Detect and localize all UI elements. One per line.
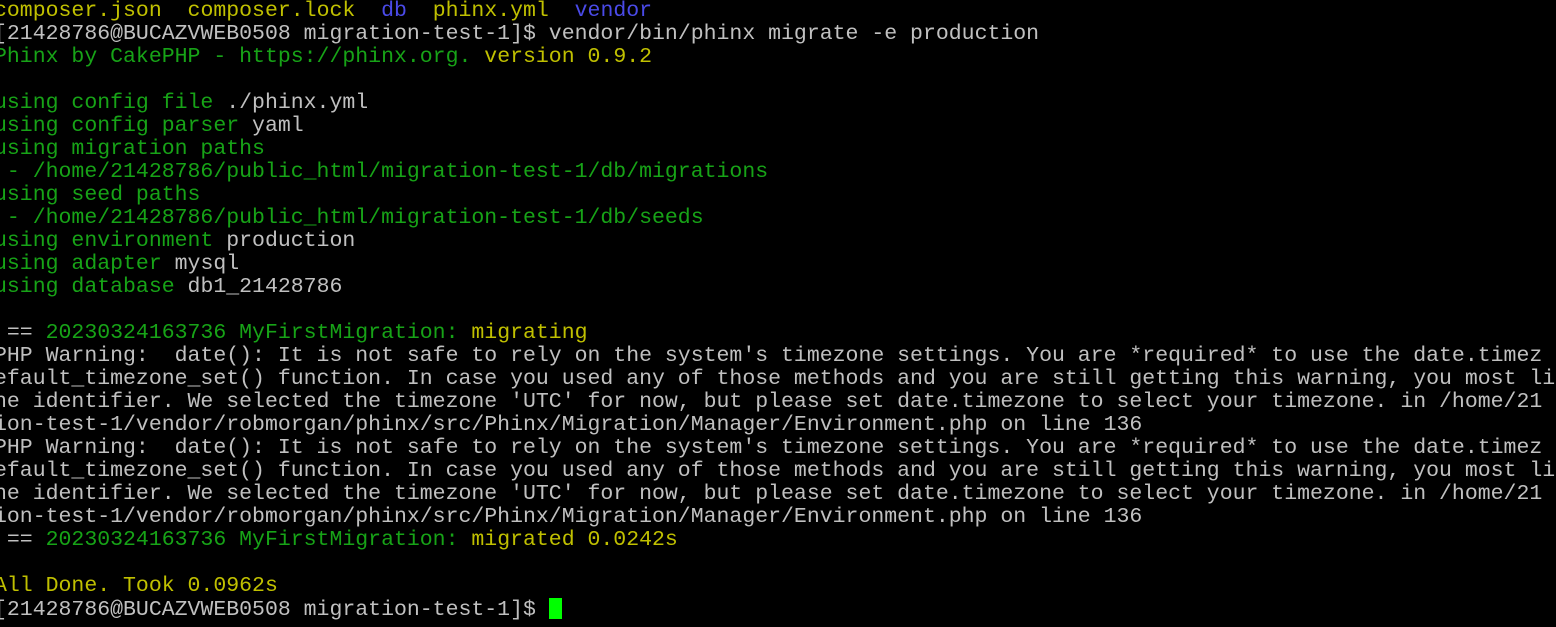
- banner-version: version 0.9.2: [471, 46, 653, 69]
- php-warning-line: PHP Warning: date(): It is not safe to r…: [0, 437, 1543, 460]
- php-warning-line: ion-test-1/vendor/robmorgan/phinx/src/Ph…: [0, 414, 1143, 437]
- database-line: using database db1_21428786: [0, 276, 1556, 299]
- environment-line: using environment production: [0, 230, 1556, 253]
- text-cursor[interactable]: [548, 598, 562, 619]
- config-path: - /home/21428786/public_html/migration-t…: [0, 161, 769, 184]
- config-label: using migration paths: [0, 138, 265, 161]
- shell-prompt: [21428786@BUCAZVWEB0508 migration-test-1…: [0, 23, 549, 46]
- command-line: [21428786@BUCAZVWEB0508 migration-test-1…: [0, 23, 1556, 46]
- ls-entry-file: phinx.yml: [432, 0, 549, 23]
- migration-end-line: == 20230324163736 MyFirstMigration: migr…: [0, 529, 1556, 552]
- config-value: mysql: [161, 253, 240, 276]
- ls-entry-directory: db: [381, 0, 407, 23]
- final-prompt-line[interactable]: [21428786@BUCAZVWEB0508 migration-test-1…: [0, 598, 1556, 621]
- all-done-message: All Done. Took 0.0962s: [0, 575, 278, 598]
- config-value: db1_21428786: [174, 276, 343, 299]
- config-label: using config file: [0, 92, 214, 115]
- terminal-window[interactable]: composer.json composer.lock db phinx.yml…: [0, 0, 1556, 627]
- ls-entry-file: composer.json: [0, 0, 162, 23]
- migration-prefix: ==: [6, 529, 33, 552]
- config-label: using config parser: [0, 115, 240, 138]
- seed-path-line: - /home/21428786/public_html/migration-t…: [0, 207, 1556, 230]
- php-warning-line: efault_timezone_set() function. In case …: [0, 368, 1556, 391]
- config-label: using seed paths: [0, 184, 201, 207]
- config-value: production: [213, 230, 356, 253]
- shell-prompt: [21428786@BUCAZVWEB0508 migration-test-1…: [0, 598, 549, 622]
- php-warning-line: ion-test-1/vendor/robmorgan/phinx/src/Ph…: [0, 506, 1143, 529]
- ls-output-line: composer.json composer.lock db phinx.yml…: [0, 0, 1556, 23]
- migration-id-name: 20230324163736 MyFirstMigration:: [45, 529, 459, 552]
- config-label: using environment: [0, 230, 214, 253]
- config-value: yaml: [239, 115, 304, 138]
- php-warning-line: PHP Warning: date(): It is not safe to r…: [0, 345, 1543, 368]
- migration-prefix: ==: [6, 322, 33, 345]
- banner-name: Phinx by CakePHP - https://phinx.org.: [0, 46, 472, 69]
- adapter-line: using adapter mysql: [0, 253, 1556, 276]
- entered-command: vendor/bin/phinx migrate -e production: [548, 23, 1040, 46]
- config-path: - /home/21428786/public_html/migration-t…: [0, 207, 704, 230]
- migration-paths-line: using migration paths: [0, 138, 1556, 161]
- config-parser-line: using config parser yaml: [0, 115, 1556, 138]
- php-warning-line: efault_timezone_set() function. In case …: [0, 460, 1556, 483]
- php-warning-line: he identifier. We selected the timezone …: [0, 391, 1543, 414]
- php-warning-line: he identifier. We selected the timezone …: [0, 483, 1543, 506]
- migration-path-line: - /home/21428786/public_html/migration-t…: [0, 161, 1556, 184]
- migration-status: migrating: [458, 322, 588, 345]
- ls-entry-file: composer.lock: [187, 0, 356, 23]
- ls-entry-directory: vendor: [574, 0, 653, 23]
- migration-start-line: == 20230324163736 MyFirstMigration: migr…: [0, 322, 1556, 345]
- config-value: ./phinx.yml: [213, 92, 369, 115]
- migration-id-name: 20230324163736 MyFirstMigration:: [45, 322, 459, 345]
- seed-paths-line: using seed paths: [0, 184, 1556, 207]
- migration-status: migrated 0.0242s: [458, 529, 678, 552]
- config-label: using database: [0, 276, 175, 299]
- phinx-banner: Phinx by CakePHP - https://phinx.org. ve…: [0, 46, 1556, 69]
- config-label: using adapter: [0, 253, 162, 276]
- config-file-line: using config file ./phinx.yml: [0, 92, 1556, 115]
